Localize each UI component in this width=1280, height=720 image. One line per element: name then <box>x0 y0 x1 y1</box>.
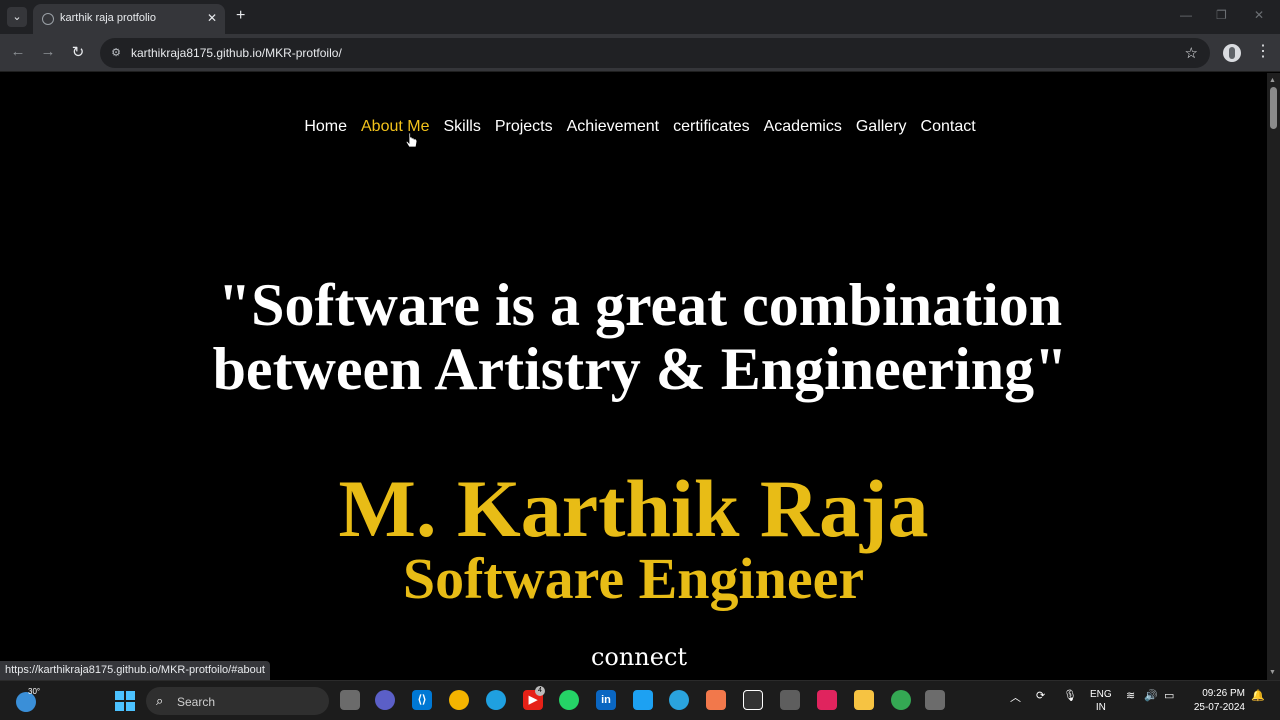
browser-tab-strip: ⌄ karthik raja protfolio ✕ + — ❐ ✕ <box>0 0 1280 34</box>
page-viewport: Home About Me Skills Projects Achievement cer… <box>0 73 1267 680</box>
clock-time: 09:26 PM <box>1202 688 1245 699</box>
link-status-bubble: https://karthikraja8175.github.io/MKR-pr… <box>0 661 270 680</box>
store-icon[interactable] <box>780 690 800 710</box>
language-indicator[interactable]: ENG IN <box>1090 688 1112 714</box>
game-app-icon[interactable] <box>817 690 837 710</box>
nav-home[interactable]: Home <box>304 118 347 136</box>
twitter-icon[interactable] <box>633 690 653 710</box>
telegram-icon[interactable] <box>669 690 689 710</box>
quote-line-2: between Artistry & Engineering" <box>212 336 1068 402</box>
volume-icon[interactable]: 🔊 <box>1144 689 1158 702</box>
bookmark-star-icon[interactable]: ☆ <box>1185 44 1198 62</box>
xampp-icon[interactable] <box>706 690 726 710</box>
battery-icon[interactable]: ▭ <box>1164 689 1174 702</box>
hero-quote: "Software is a great combination between… <box>0 273 1267 401</box>
start-button[interactable] <box>115 691 135 711</box>
vscode-icon[interactable]: ⟨⟩ <box>412 690 432 710</box>
reload-button[interactable]: ↻ <box>68 43 88 61</box>
edge-icon[interactable] <box>486 690 506 710</box>
hero-role: Software Engineer <box>402 546 865 611</box>
capcut-icon[interactable] <box>743 690 763 710</box>
teams-icon[interactable] <box>375 690 395 710</box>
quote-line-1: "Software is a great combination <box>217 272 1063 338</box>
forward-button[interactable]: → <box>38 43 58 60</box>
new-tab-button[interactable]: + <box>236 7 245 25</box>
nav-about-me[interactable]: About Me <box>361 118 429 136</box>
scrollbar-thumb[interactable] <box>1270 87 1277 129</box>
language-code: ENG <box>1090 689 1112 700</box>
site-info-icon[interactable]: ⚙ <box>109 46 123 60</box>
nav-skills[interactable]: Skills <box>443 118 480 136</box>
weather-widget[interactable]: 30° <box>16 687 41 712</box>
microphone-icon[interactable]: 🎙 <box>1063 689 1077 702</box>
globe-icon <box>42 13 54 25</box>
weather-temperature: 30° <box>28 687 41 696</box>
nav-contact[interactable]: Contact <box>921 118 976 136</box>
browser-menu-icon[interactable]: ⋮ <box>1255 41 1271 61</box>
close-tab-icon[interactable]: ✕ <box>207 11 217 25</box>
site-navigation: Home About Me Skills Projects Achievement cer… <box>0 118 1267 136</box>
scroll-up-arrow-icon[interactable]: ▲ <box>1269 77 1276 84</box>
taskbar-search-placeholder: Search <box>177 695 216 709</box>
profile-avatar[interactable] <box>1223 44 1241 62</box>
sync-icon[interactable]: ⟳ <box>1036 689 1045 702</box>
system-clock[interactable]: 09:26 PM 25-07-2024 <box>1187 687 1245 715</box>
back-button[interactable]: ← <box>8 43 28 60</box>
chrome-icon[interactable] <box>449 690 469 710</box>
notification-bell-icon[interactable]: 🔔 <box>1251 689 1265 702</box>
region-code: IN <box>1095 702 1106 713</box>
snipping-tool-icon[interactable] <box>925 690 945 710</box>
restore-button[interactable]: ❐ <box>1216 8 1227 22</box>
file-explorer-icon[interactable] <box>854 690 874 710</box>
chrome-profile-icon[interactable] <box>891 690 911 710</box>
window-close-button[interactable]: ✕ <box>1254 8 1264 22</box>
nav-certificates[interactable]: certificates <box>673 118 749 136</box>
minimize-button[interactable]: — <box>1180 8 1192 22</box>
nav-achievement[interactable]: Achievement <box>567 118 660 136</box>
url-text[interactable]: karthikraja8175.github.io/MKR-protfoilo/ <box>131 46 342 60</box>
whatsapp-icon[interactable] <box>559 690 579 710</box>
page-scrollbar[interactable]: ▲ ▼ <box>1267 73 1280 680</box>
tab-title: karthik raja protfolio <box>60 12 156 24</box>
taskbar-search[interactable]: ⌕ Search <box>146 687 329 715</box>
linkedin-icon[interactable]: in <box>596 690 616 710</box>
address-bar[interactable]: ⚙ karthikraja8175.github.io/MKR-protfoil… <box>100 38 1210 68</box>
browser-toolbar: ← → ↻ ⚙ karthikraja8175.github.io/MKR-pr… <box>0 34 1280 72</box>
active-tab[interactable]: karthik raja protfolio ✕ <box>33 4 225 34</box>
wifi-icon[interactable]: ≋ <box>1126 689 1135 702</box>
youtube-badge: 4 <box>535 686 545 696</box>
clock-date: 25-07-2024 <box>1193 702 1245 713</box>
hero-name: M. Karthik Raja <box>338 463 929 554</box>
windows-taskbar: 30° ⌕ Search ⟨⟩ ▶ 4 in ︿ ⟳ 🎙 ENG IN ≋ 🔊 … <box>0 680 1280 720</box>
nav-gallery[interactable]: Gallery <box>856 118 907 136</box>
search-icon: ⌕ <box>156 693 164 708</box>
task-view-icon[interactable] <box>340 690 360 710</box>
scroll-down-arrow-icon[interactable]: ▼ <box>1269 669 1276 676</box>
tray-chevron-icon[interactable]: ︿ <box>1010 689 1021 705</box>
pointer-cursor-icon <box>406 132 418 148</box>
nav-projects[interactable]: Projects <box>495 118 553 136</box>
tab-search-button[interactable]: ⌄ <box>7 7 27 27</box>
nav-academics[interactable]: Academics <box>764 118 842 136</box>
